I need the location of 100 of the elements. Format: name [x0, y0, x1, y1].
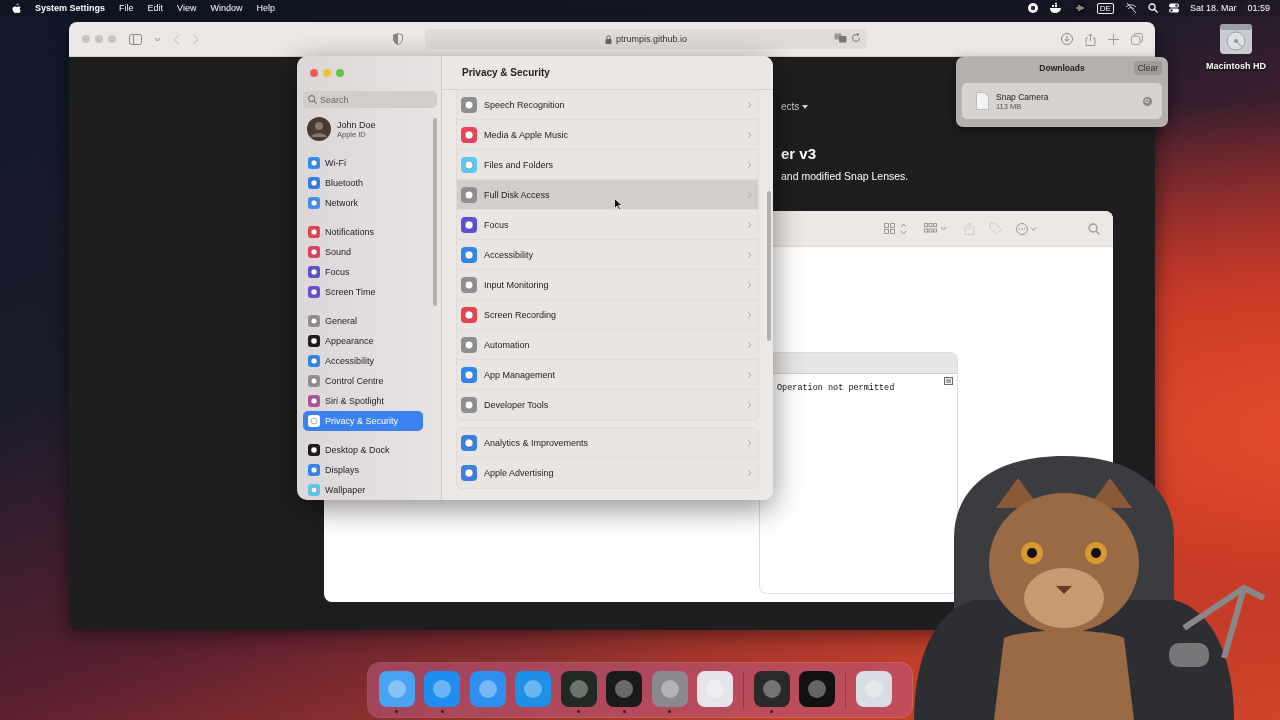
menu-item[interactable]: Help [256, 3, 275, 13]
terminal-output: Operation not permitted [777, 383, 896, 393]
waveform-icon[interactable] [1073, 2, 1086, 14]
app-icon[interactable] [855, 671, 892, 707]
sidebar-item[interactable]: Screen Time [303, 282, 423, 302]
settings-row[interactable]: Screen Recording [457, 300, 758, 330]
scroll-marker-icon[interactable] [944, 377, 953, 385]
app-icon[interactable] [560, 671, 597, 707]
chevron-right-icon [747, 160, 752, 169]
window-title: Privacy & Security [442, 56, 773, 90]
chevron-right-icon [747, 340, 752, 349]
chevron-right-icon [747, 250, 752, 259]
settings-row[interactable]: Focus [457, 210, 758, 240]
page-heading: er v3 [781, 145, 818, 162]
sidebar-item[interactable]: Notifications [303, 222, 423, 242]
input-source-indicator[interactable]: DE [1096, 2, 1114, 14]
app-icon[interactable] [424, 671, 461, 707]
sidebar-item[interactable]: Focus [303, 262, 423, 282]
shield-icon[interactable] [393, 33, 403, 45]
more-icon[interactable] [1016, 222, 1038, 235]
apple-logo-icon[interactable] [12, 2, 21, 14]
control-centre-icon[interactable] [1168, 3, 1179, 13]
app-icon[interactable] [753, 671, 790, 707]
sidebar-item[interactable]: Control Centre [303, 371, 423, 391]
chevron-down-icon[interactable] [154, 36, 161, 42]
app-icon[interactable] [469, 671, 506, 707]
clear-button[interactable]: Clear [1133, 61, 1162, 75]
avatar[interactable] [307, 117, 331, 142]
settings-row[interactable]: Developer Tools [457, 390, 758, 420]
sidebar-item[interactable]: Privacy & Security [303, 411, 423, 431]
record-icon[interactable] [1027, 3, 1038, 13]
settings-row[interactable]: Accessibility [457, 240, 758, 270]
menu-item[interactable]: Edit [147, 3, 164, 13]
chevron-right-icon [747, 310, 752, 319]
search-icon[interactable] [1147, 3, 1158, 13]
app-icon[interactable] [378, 671, 415, 707]
nav-link[interactable]: ects [781, 101, 800, 112]
settings-row[interactable]: Analytics & Improvements [457, 428, 758, 458]
sidebar-item[interactable]: Sound [303, 242, 423, 262]
account-name[interactable]: John Doe [337, 119, 376, 130]
chevron-right-icon [747, 401, 752, 409]
app-icon[interactable] [697, 671, 734, 707]
sidebar-item[interactable]: Desktop & Dock [303, 440, 423, 460]
popover-title: Downloads [1039, 63, 1085, 73]
tabs-icon[interactable] [1131, 33, 1143, 45]
menu-item[interactable]: View [177, 3, 197, 13]
settings-row[interactable]: Apple Advertising [457, 458, 758, 488]
pointer-icon [614, 198, 622, 210]
app-icon[interactable] [799, 671, 836, 707]
menu-bar-date[interactable]: Sat 18. Mar [1189, 3, 1237, 13]
app-icon[interactable] [515, 671, 552, 707]
sidebar-icon[interactable] [129, 33, 142, 45]
search-field[interactable]: Search [303, 91, 437, 108]
back-icon[interactable] [173, 33, 180, 45]
desktop-icon-label[interactable]: Macintosh HD [1206, 61, 1266, 71]
sidebar-item[interactable]: Wallpaper [303, 480, 423, 500]
settings-row[interactable]: Speech Recognition [457, 90, 758, 120]
translate-icon[interactable] [834, 33, 847, 43]
sidebar-item[interactable]: General [303, 311, 423, 331]
address-bar[interactable]: ptrumpis.github.io [425, 29, 867, 49]
settings-row[interactable]: Media & Apple Music [457, 120, 758, 150]
sidebar-item[interactable]: Wi-Fi [303, 153, 423, 173]
chevron-right-icon [747, 220, 752, 229]
chevron-right-icon [747, 469, 752, 477]
new-tab-icon[interactable] [1108, 33, 1119, 45]
share-icon[interactable] [1085, 32, 1096, 46]
app-icon[interactable] [651, 671, 688, 707]
menu-bar-time[interactable]: 01:59 [1247, 3, 1270, 13]
settings-row[interactable]: Input Monitoring [457, 270, 758, 300]
settings-row[interactable]: Automation [457, 330, 758, 360]
lock-icon [604, 34, 612, 44]
settings-row[interactable]: Full Disk Access [457, 180, 758, 210]
settings-row[interactable]: App Management [457, 360, 758, 390]
page-subtitle: and modified Snap Lenses. [781, 170, 910, 182]
menu-item[interactable]: File [119, 3, 134, 13]
sidebar-item[interactable]: Siri & Spotlight [303, 391, 423, 411]
download-icon[interactable] [1061, 33, 1073, 45]
forward-icon[interactable] [192, 33, 199, 45]
search-icon [308, 95, 317, 105]
wifi-off-icon[interactable] [1124, 3, 1137, 13]
chevron-right-icon [747, 280, 752, 289]
chevron-right-icon [747, 370, 752, 379]
menu-item[interactable]: Window [210, 3, 243, 13]
app-menu[interactable]: System Settings [35, 3, 106, 13]
sidebar-item[interactable]: Network [303, 193, 423, 213]
app-icon[interactable] [606, 671, 643, 707]
sidebar-item[interactable]: Accessibility [303, 351, 423, 371]
sidebar-item[interactable]: Appearance [303, 331, 423, 351]
chevron-right-icon [747, 190, 752, 199]
caret-icon [802, 104, 809, 109]
whale-icon[interactable] [1048, 3, 1063, 13]
reload-icon[interactable] [851, 33, 861, 43]
chevron-right-icon [747, 100, 752, 109]
sidebar-item[interactable]: Displays [303, 460, 423, 480]
chevron-right-icon [747, 438, 752, 447]
window-controls-icon[interactable] [309, 67, 345, 78]
document-icon [976, 92, 989, 110]
window-controls-icon[interactable] [81, 34, 117, 44]
sidebar-item[interactable]: Bluetooth [303, 173, 423, 193]
chevron-right-icon [747, 130, 752, 139]
